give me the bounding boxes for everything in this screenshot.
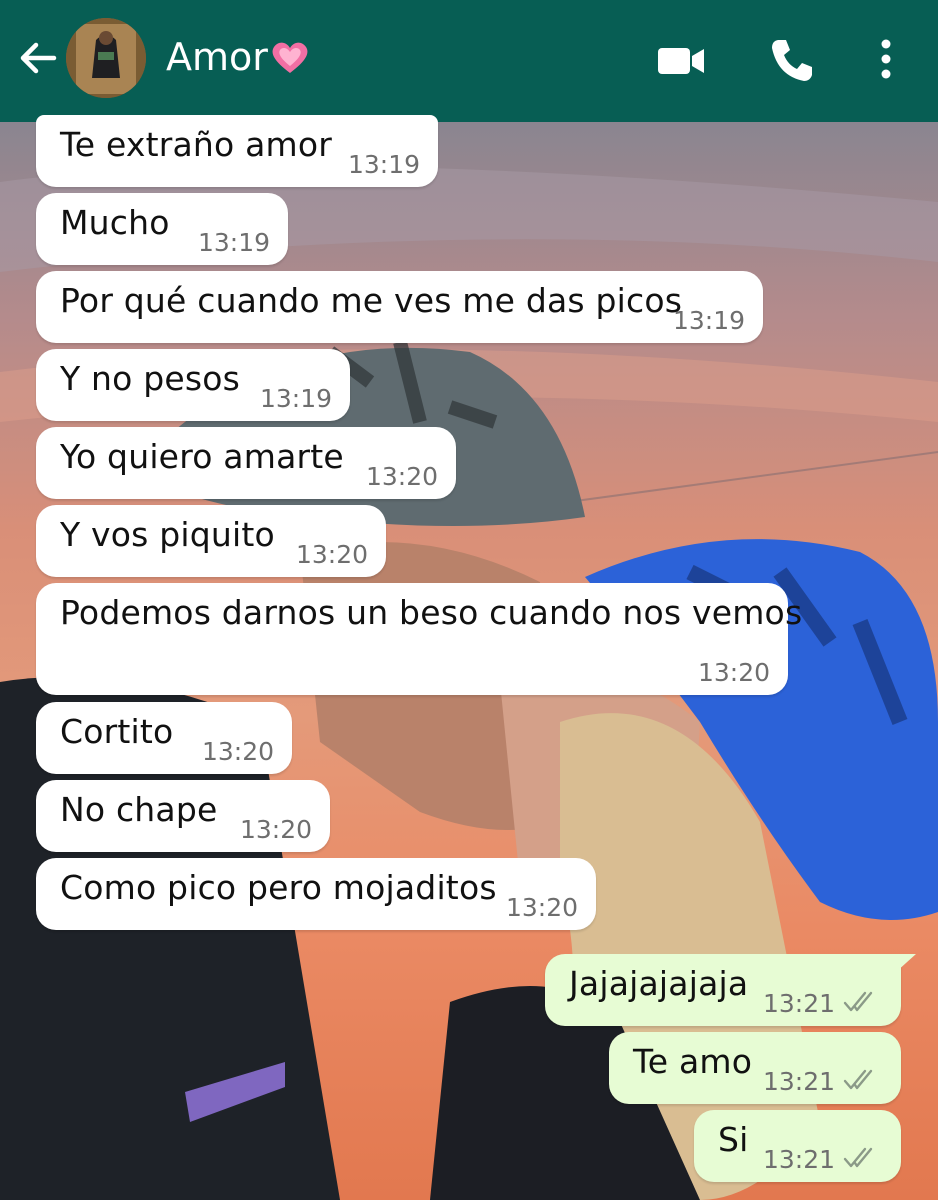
read-double-check-icon (843, 1147, 873, 1168)
message-time: 13:20 (365, 462, 438, 491)
message-bubble-incoming[interactable]: Como pico pero mojaditos 13:20 (36, 858, 596, 930)
contact-avatar[interactable] (66, 18, 146, 98)
bubble-tail (896, 954, 916, 972)
message-time: 13:20 (201, 737, 274, 766)
message-text: Y vos piquito (60, 515, 275, 554)
message-time: 13:21 (762, 989, 835, 1018)
message-time: 13:19 (347, 150, 420, 179)
pink-heart-emoji-icon (272, 42, 308, 73)
message-bubble-outgoing[interactable]: Si 13:21 (694, 1110, 901, 1182)
message-bubble-incoming[interactable]: Cortito 13:20 (36, 702, 292, 774)
message-bubble-incoming[interactable]: Mucho 13:19 (36, 193, 288, 265)
message-text: Te amo (633, 1042, 753, 1081)
message-text: Mucho (60, 203, 170, 242)
message-text: No chape (60, 790, 218, 829)
contact-name[interactable]: Amor (166, 34, 310, 80)
message-time: 13:20 (505, 893, 578, 922)
message-time: 13:21 (762, 1067, 835, 1096)
message-bubble-incoming[interactable]: Por qué cuando me ves me das picos 13:19 (36, 271, 763, 343)
message-time: 13:19 (672, 306, 745, 335)
message-time: 13:19 (259, 384, 332, 413)
message-time: 13:20 (295, 540, 368, 569)
read-double-check-icon (843, 1069, 873, 1090)
contact-name-text: Amor (166, 35, 268, 79)
message-text: Cortito (60, 712, 174, 751)
read-double-check-icon (843, 991, 873, 1012)
message-text: Por qué cuando me ves me das picos (60, 281, 683, 320)
message-bubble-incoming[interactable]: Podemos darnos un beso cuando nos vemos … (36, 583, 802, 695)
message-text: Yo quiero amarte (60, 437, 344, 476)
message-text: Te extraño amor (60, 125, 333, 164)
message-text: Como pico pero mojaditos (60, 868, 497, 907)
phone-icon[interactable] (766, 36, 818, 84)
message-time: 13:21 (762, 1145, 835, 1174)
message-bubble-incoming[interactable]: Te extraño amor 13:19 (36, 115, 438, 187)
message-text: Podemos darnos un beso cuando nos vemos (60, 593, 803, 632)
message-text: Jajajajajaja (569, 964, 749, 1003)
message-text: Si (718, 1120, 749, 1159)
message-time: 13:20 (239, 815, 312, 844)
message-time: 13:19 (197, 228, 270, 257)
message-bubble-incoming[interactable]: Y vos piquito 13:20 (36, 505, 386, 577)
arrow-left-icon[interactable] (16, 36, 60, 80)
message-time: 13:20 (697, 658, 770, 687)
message-bubble-incoming[interactable]: Yo quiero amarte 13:20 (36, 427, 456, 499)
message-bubble-outgoing[interactable]: Te amo 13:21 (609, 1032, 901, 1104)
message-bubble-incoming[interactable]: No chape 13:20 (36, 780, 330, 852)
chat-header: Amor (0, 0, 938, 122)
more-vertical-icon[interactable] (866, 36, 906, 84)
video-camera-icon[interactable] (654, 36, 706, 84)
message-text: Y no pesos (60, 359, 241, 398)
message-bubble-incoming[interactable]: Y no pesos 13:19 (36, 349, 350, 421)
message-bubble-outgoing[interactable]: Jajajajajaja 13:21 (545, 954, 901, 1026)
